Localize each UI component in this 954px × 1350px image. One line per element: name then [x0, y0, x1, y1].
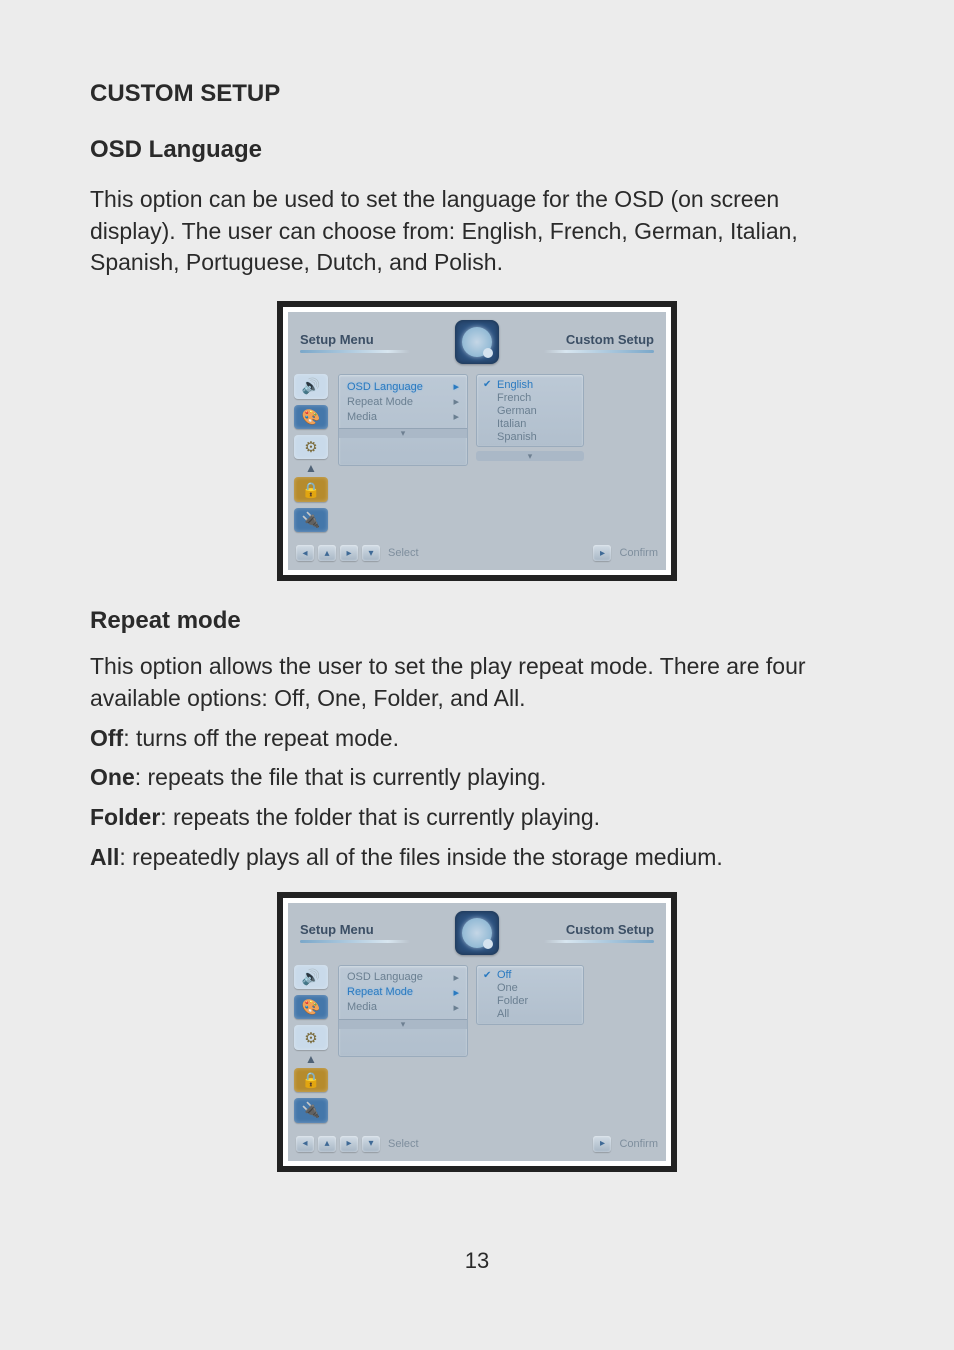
footer-confirm-hint: ▸ Confirm [593, 1136, 658, 1152]
page-number: 13 [90, 1248, 864, 1274]
repeat-mode-heading: Repeat mode [90, 607, 864, 635]
arrow-down-icon: ▾ [362, 545, 380, 561]
menu-list: OSD Language▸ Repeat Mode▸ Media▸ ▾ [338, 965, 468, 1057]
arrow-right-icon: ▸ [340, 1136, 358, 1152]
custom-setup-label: Custom Setup [544, 332, 654, 353]
option-all: All [483, 1008, 575, 1021]
one-line: One: repeats the file that is currently … [90, 762, 864, 794]
menu-scroll-icon: ▾ [339, 1019, 467, 1029]
palette-icon: 🎨 [294, 995, 328, 1019]
menu-item-repeat-mode: Repeat Mode▸ [339, 394, 467, 409]
play-icon: ▸ [593, 1136, 611, 1152]
options-list: ✔ English French German Italian Spanish … [476, 374, 584, 532]
custom-setup-label: Custom Setup [544, 922, 654, 943]
arrow-down-icon: ▾ [362, 1136, 380, 1152]
menu-item-media: Media▸ [339, 409, 467, 424]
option-off: ✔ Off [483, 969, 575, 982]
menu-item-repeat-mode: Repeat Mode▸ [339, 985, 467, 1000]
arrow-up-icon: ▴ [318, 545, 336, 561]
option-french: French [483, 391, 575, 404]
menu-scroll-icon: ▾ [339, 428, 467, 438]
osd-language-description: This option can be used to set the langu… [90, 184, 864, 279]
setup-menu-label: Setup Menu [300, 922, 410, 943]
play-icon: ▸ [593, 545, 611, 561]
option-italian: Italian [483, 417, 575, 430]
arrow-up-icon: ▲ [294, 1052, 328, 1062]
plug-icon: 🔌 [294, 508, 328, 532]
lock-icon: 🔒 [294, 1068, 328, 1092]
palette-icon: 🎨 [294, 405, 328, 429]
folder-line: Folder: repeats the folder that is curre… [90, 802, 864, 834]
menu-item-osd-language: OSD Language▸ [339, 379, 467, 394]
arrow-up-icon: ▴ [318, 1136, 336, 1152]
check-icon: ✔ [483, 970, 493, 981]
side-icons: 🔊 🎨 ⚙ ▲ 🔒 🔌 [294, 965, 330, 1123]
arrow-left-icon: ◂ [296, 545, 314, 561]
speaker-icon: 🔊 [294, 965, 328, 989]
option-spanish: Spanish [483, 430, 575, 443]
settings-gear-icon [455, 320, 499, 364]
footer-select-hint: ◂ ▴ ▸ ▾ Select [296, 1136, 419, 1152]
all-line: All: repeatedly plays all of the files i… [90, 842, 864, 874]
option-one: One [483, 982, 575, 995]
footer-confirm-hint: ▸ Confirm [593, 545, 658, 561]
options-list: ✔ Off One Folder All [476, 965, 584, 1123]
footer-select-hint: ◂ ▴ ▸ ▾ Select [296, 545, 419, 561]
osd-language-heading: OSD Language [90, 136, 864, 164]
repeat-mode-description: This option allows the user to set the p… [90, 651, 864, 714]
gear-icon: ⚙ [294, 1025, 328, 1049]
option-german: German [483, 404, 575, 417]
figure-osd-language: Setup Menu Custom Setup 🔊 🎨 ⚙ ▲ 🔒 🔌 [277, 301, 677, 581]
arrow-left-icon: ◂ [296, 1136, 314, 1152]
option-folder: Folder [483, 995, 575, 1008]
plug-icon: 🔌 [294, 1098, 328, 1122]
menu-item-osd-language: OSD Language▸ [339, 970, 467, 985]
arrow-up-icon: ▲ [294, 461, 328, 471]
menu-item-media: Media▸ [339, 1000, 467, 1015]
menu-list: OSD Language▸ Repeat Mode▸ Media▸ ▾ [338, 374, 468, 466]
gear-icon: ⚙ [294, 435, 328, 459]
section-header: CUSTOM SETUP [90, 80, 864, 108]
option-english: ✔ English [483, 378, 575, 391]
arrow-right-icon: ▸ [340, 545, 358, 561]
lock-icon: 🔒 [294, 477, 328, 501]
options-scroll-icon: ▾ [476, 451, 584, 461]
off-line: Off: turns off the repeat mode. [90, 723, 864, 755]
settings-gear-icon [455, 911, 499, 955]
side-icons: 🔊 🎨 ⚙ ▲ 🔒 🔌 [294, 374, 330, 532]
setup-menu-label: Setup Menu [300, 332, 410, 353]
figure-repeat-mode: Setup Menu Custom Setup 🔊 🎨 ⚙ ▲ 🔒 🔌 [277, 892, 677, 1172]
speaker-icon: 🔊 [294, 374, 328, 398]
check-icon: ✔ [483, 379, 493, 390]
